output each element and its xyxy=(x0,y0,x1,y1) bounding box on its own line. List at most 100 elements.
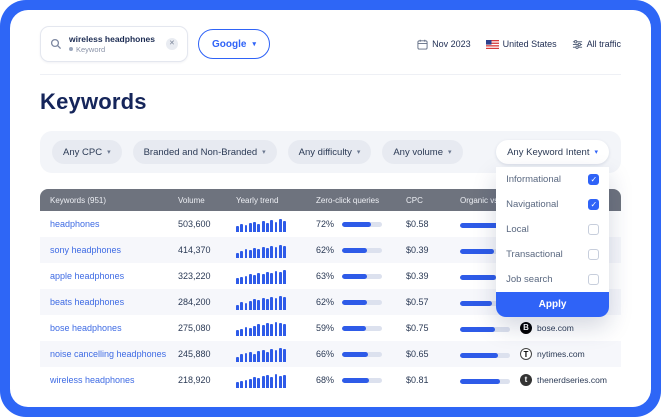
filter-keyword-intent[interactable]: Any Keyword Intent ▾ xyxy=(496,140,609,164)
keyword-search-box[interactable]: wireless headphones Keyword ✕ xyxy=(40,26,188,62)
checkbox[interactable] xyxy=(588,199,599,210)
keyword-link[interactable]: sony headphones xyxy=(40,245,168,255)
keyword-link[interactable]: beats headphones xyxy=(40,297,168,307)
zero-click-value: 66% xyxy=(316,349,336,359)
organic-fill xyxy=(460,379,500,384)
organic-bar xyxy=(460,379,510,384)
table-row: wireless headphones 218,920 68% $0.81 t … xyxy=(40,367,621,393)
volume-value: 218,920 xyxy=(168,375,226,385)
date-selector[interactable]: Nov 2023 xyxy=(417,39,471,50)
apply-button[interactable]: Apply xyxy=(496,292,609,317)
domain-cell[interactable]: t thenerdseries.com xyxy=(510,374,621,386)
zero-click-value: 62% xyxy=(316,297,336,307)
zero-click-fill xyxy=(342,352,368,357)
trend-chart xyxy=(226,243,306,258)
browser-frame: wireless headphones Keyword ✕ Google ▾ xyxy=(0,0,661,417)
organic-fill xyxy=(460,223,499,228)
organic-cell xyxy=(450,371,510,389)
organic-bar xyxy=(460,327,510,332)
organic-fill xyxy=(460,301,492,306)
region-selector[interactable]: United States xyxy=(486,39,557,49)
traffic-label: All traffic xyxy=(587,39,621,49)
keyword-link[interactable]: bose headphones xyxy=(40,323,168,333)
search-query: wireless headphones xyxy=(69,34,155,45)
intent-option-job-search[interactable]: Job search xyxy=(496,267,609,292)
search-engine-dropdown[interactable]: Google ▾ xyxy=(198,29,270,59)
us-flag-icon xyxy=(486,40,499,49)
domain-label: nytimes.com xyxy=(537,349,585,359)
traffic-selector[interactable]: All traffic xyxy=(572,39,621,50)
organic-cell xyxy=(450,319,510,337)
cpc-value: $0.58 xyxy=(396,219,450,229)
date-label: Nov 2023 xyxy=(432,39,471,49)
domain-favicon: B xyxy=(520,322,532,334)
zero-click-bar xyxy=(342,326,382,331)
option-label: Informational xyxy=(506,174,561,185)
volume-value: 323,220 xyxy=(168,271,226,281)
table-row: noise cancelling headphones 245,880 66% … xyxy=(40,341,621,367)
organic-fill xyxy=(460,353,498,358)
zero-click-fill xyxy=(342,274,367,279)
keyword-link[interactable]: noise cancelling headphones xyxy=(40,349,168,359)
option-label: Transactional xyxy=(506,249,563,260)
chevron-down-icon: ▾ xyxy=(107,148,111,156)
keyword-type-dot xyxy=(69,47,73,51)
cpc-value: $0.57 xyxy=(396,297,450,307)
intent-option-navigational[interactable]: Navigational xyxy=(496,192,609,217)
clear-search-icon[interactable]: ✕ xyxy=(166,38,178,50)
keyword-link[interactable]: headphones xyxy=(40,219,168,229)
search-text: wireless headphones Keyword xyxy=(69,34,155,54)
topbar-meta: Nov 2023 United States xyxy=(417,39,621,50)
chevron-down-icon: ▾ xyxy=(594,148,598,156)
zero-click-fill xyxy=(342,300,367,305)
keyword-link[interactable]: apple headphones xyxy=(40,271,168,281)
zero-click-bar xyxy=(342,378,382,383)
trend-chart xyxy=(226,347,306,362)
chevron-down-icon: ▾ xyxy=(357,148,361,156)
zero-click-cell: 62% xyxy=(306,297,396,307)
filter-volume-label: Any volume xyxy=(393,147,443,158)
checkbox[interactable] xyxy=(588,174,599,185)
trend-chart xyxy=(226,217,306,232)
checkbox[interactable] xyxy=(588,249,599,260)
filter-cpc[interactable]: Any CPC ▾ xyxy=(52,140,122,164)
zero-click-cell: 63% xyxy=(306,271,396,281)
zero-click-value: 62% xyxy=(316,245,336,255)
keyword-link[interactable]: wireless headphones xyxy=(40,375,168,385)
filter-branded[interactable]: Branded and Non-Branded ▾ xyxy=(133,140,277,164)
domain-cell[interactable]: T nytimes.com xyxy=(510,348,621,360)
zero-click-cell: 59% xyxy=(306,323,396,333)
header-zero-click: Zero-click queries xyxy=(306,196,396,205)
zero-click-bar xyxy=(342,274,382,279)
intent-option-transactional[interactable]: Transactional xyxy=(496,242,609,267)
calendar-icon xyxy=(417,39,428,50)
filter-cpc-label: Any CPC xyxy=(63,147,102,158)
volume-value: 245,880 xyxy=(168,349,226,359)
filter-difficulty[interactable]: Any difficulty▾ xyxy=(288,140,372,164)
traffic-filter-icon xyxy=(572,39,583,50)
filter-bar: Any CPC ▾ Branded and Non-Branded ▾ Any di… xyxy=(40,131,621,173)
filter-intent-label: Any Keyword Intent xyxy=(507,147,589,158)
zero-click-fill xyxy=(342,248,367,253)
intent-dropdown: Informational Navigational Local Transac… xyxy=(496,167,609,317)
checkbox[interactable] xyxy=(588,274,599,285)
trend-chart xyxy=(226,321,306,336)
header-cpc: CPC xyxy=(396,196,450,205)
option-label: Job search xyxy=(506,274,552,285)
page-title: Keywords xyxy=(40,89,621,115)
intent-option-local[interactable]: Local xyxy=(496,217,609,242)
filter-volume[interactable]: Any volume▾ xyxy=(382,140,462,164)
header-keywords: Keywords (951) xyxy=(40,196,168,205)
domain-cell[interactable]: B bose.com xyxy=(510,322,621,334)
option-label: Local xyxy=(506,224,529,235)
volume-value: 275,080 xyxy=(168,323,226,333)
intent-option-informational[interactable]: Informational xyxy=(496,167,609,192)
cpc-value: $0.75 xyxy=(396,323,450,333)
search-icon xyxy=(50,38,62,50)
filter-branded-label: Branded and Non-Branded xyxy=(144,147,258,158)
zero-click-value: 68% xyxy=(316,375,336,385)
chevron-down-icon: ▾ xyxy=(262,148,266,156)
checkbox[interactable] xyxy=(588,224,599,235)
organic-fill xyxy=(460,275,496,280)
header-volume: Volume xyxy=(168,196,226,205)
